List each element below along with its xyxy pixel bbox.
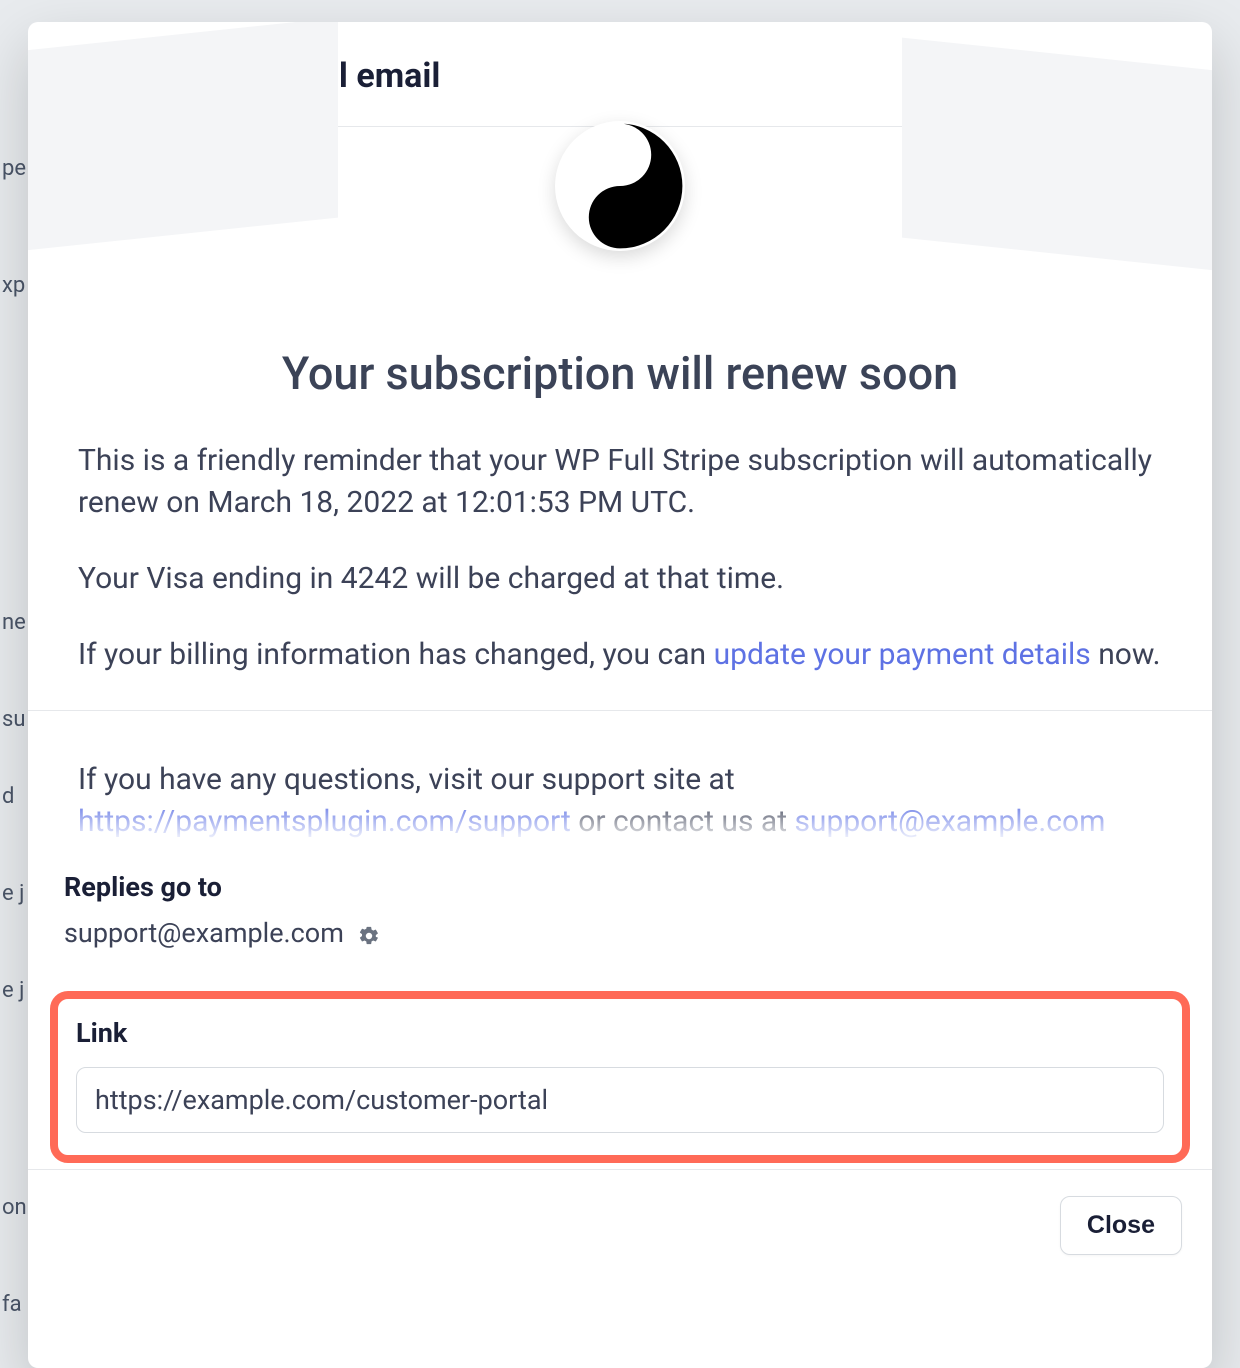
replies-label: Replies go to bbox=[64, 871, 1176, 903]
replies-email: support@example.com bbox=[64, 917, 344, 949]
email-paragraph-2: Your Visa ending in 4242 will be charged… bbox=[78, 558, 1162, 600]
yinyang-icon bbox=[555, 121, 685, 251]
background-sidebar-fragments: pe xp ne su d e j e j on fa bbox=[0, 0, 30, 1368]
link-section-highlight: Link bbox=[50, 991, 1190, 1163]
email-para3-text-a: If your billing information has changed,… bbox=[78, 637, 714, 672]
email-para3-text-b: now. bbox=[1091, 637, 1161, 672]
email-headline: Your subscription will renew soon bbox=[78, 347, 1162, 400]
email-hero bbox=[78, 127, 1162, 317]
gear-icon[interactable] bbox=[358, 922, 380, 944]
replies-section: Replies go to support@example.com bbox=[28, 843, 1212, 981]
renewal-email-modal: Upcoming renewal email Your subscription… bbox=[28, 22, 1212, 1368]
link-label: Link bbox=[76, 1017, 1164, 1049]
replies-row: support@example.com bbox=[64, 917, 1176, 949]
update-payment-link[interactable]: update your payment details bbox=[714, 637, 1091, 672]
support-text-a: If you have any questions, visit our sup… bbox=[78, 762, 735, 797]
modal-footer: Close bbox=[28, 1169, 1212, 1281]
email-paragraph-1: This is a friendly reminder that your WP… bbox=[78, 440, 1162, 524]
close-button[interactable]: Close bbox=[1060, 1196, 1182, 1255]
email-preview-body: Your subscription will renew soon This i… bbox=[28, 127, 1212, 843]
link-input[interactable] bbox=[76, 1067, 1164, 1133]
fade-overlay bbox=[78, 799, 1162, 843]
email-divider bbox=[28, 710, 1212, 711]
email-support-block: If you have any questions, visit our sup… bbox=[78, 759, 1162, 843]
email-paragraph-3: If your billing information has changed,… bbox=[78, 634, 1162, 676]
